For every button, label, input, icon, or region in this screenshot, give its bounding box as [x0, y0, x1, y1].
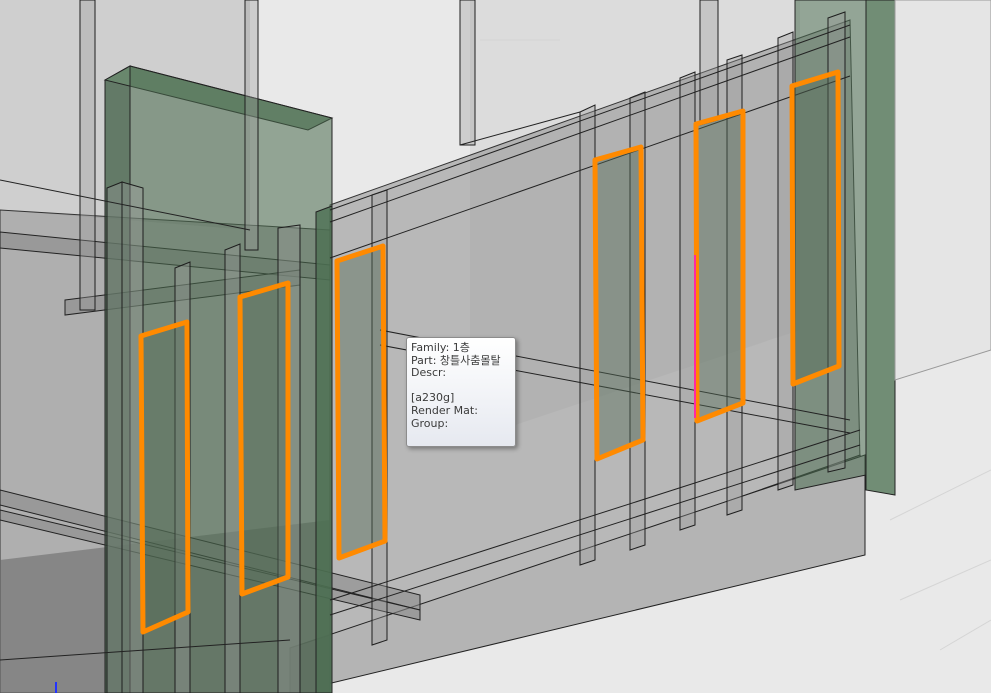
- element-info-tooltip: Family: 1층 Part: 창틀사춤몰탈 Descr: [a230g] R…: [406, 337, 516, 447]
- 3d-model-viewport[interactable]: Family: 1층 Part: 창틀사춤몰탈 Descr: [a230g] R…: [0, 0, 991, 693]
- tooltip-family: Family: 1층: [411, 341, 470, 354]
- z-axis-icon: [55, 682, 57, 693]
- green-panel-center: [315, 205, 333, 693]
- green-panel-right-side: [865, 0, 896, 496]
- window-frame-2: [237, 280, 291, 597]
- window-frame-3: [334, 243, 388, 561]
- window-frame-4: [592, 144, 646, 462]
- window-frame-1: [138, 319, 191, 635]
- tooltip-descr: Descr:: [411, 366, 447, 380]
- tooltip-render-mat: Render Mat:: [411, 403, 478, 417]
- window-frame-5: [693, 108, 746, 424]
- green-panel-right-back: [894, 0, 991, 381]
- tooltip-group: Group:: [411, 416, 449, 430]
- window-frame-6: [789, 69, 842, 387]
